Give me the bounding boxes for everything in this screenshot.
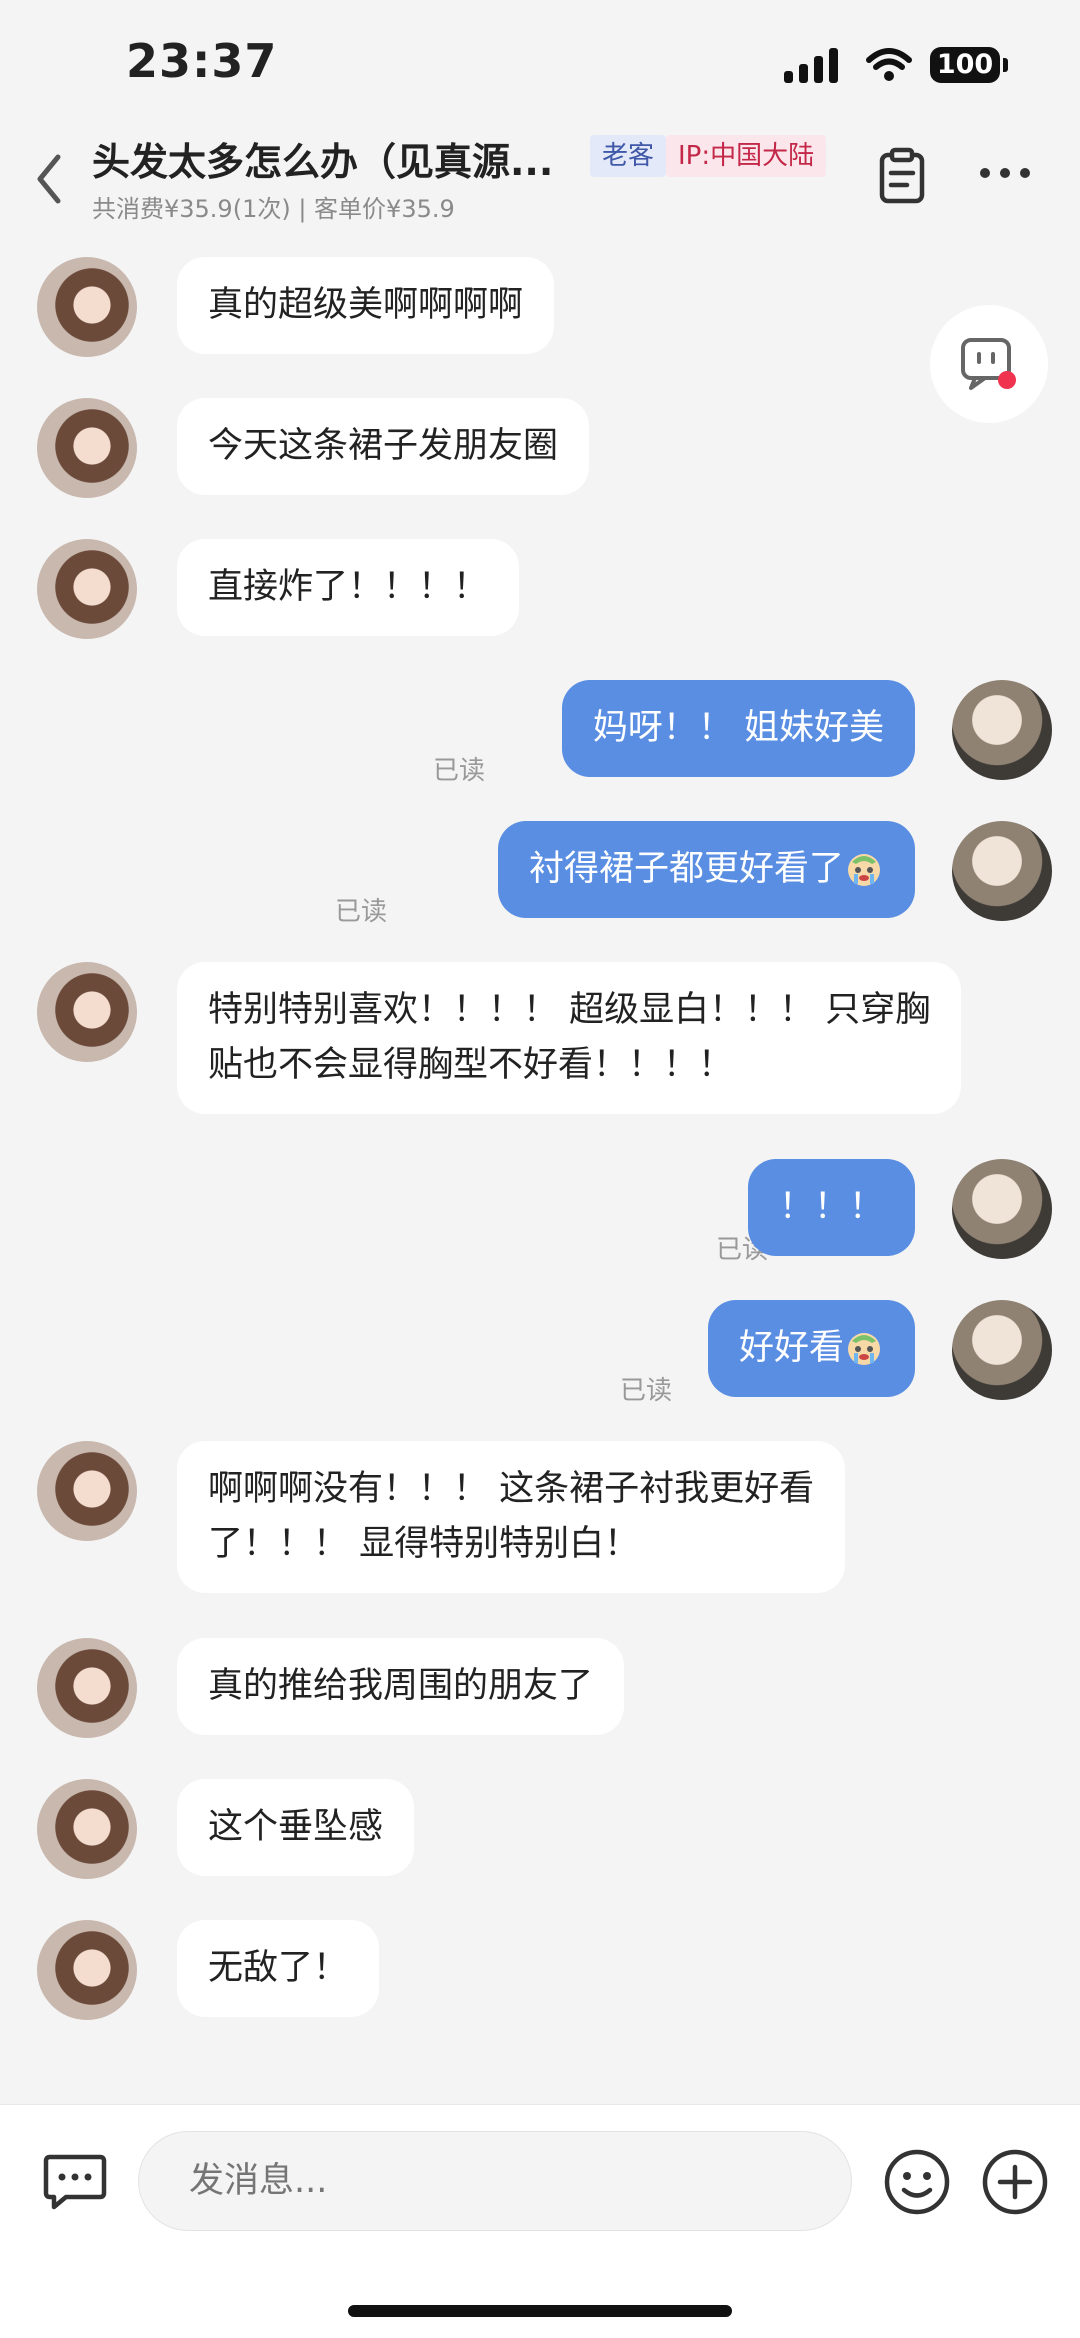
incoming-message[interactable]: 无敌了！ xyxy=(177,1920,380,2017)
message-line: 贴也不会显得胸型不好看！！！！ xyxy=(208,1045,734,1085)
robot-assistant-icon xyxy=(961,338,1016,390)
outgoing-message-text: 衬得裙子都更好看了 xyxy=(528,849,844,889)
message-input-bar xyxy=(0,2104,1080,2338)
ip-location-badge: IP:中国大陆 xyxy=(666,135,827,177)
wifi-icon xyxy=(866,48,912,81)
customer-spending-summary: 共消费¥35.9(1次) | 客单价¥35.9 xyxy=(92,195,455,223)
battery-level: 100 xyxy=(936,49,994,80)
plus-circle-icon[interactable] xyxy=(980,2147,1050,2217)
clipboard-icon[interactable] xyxy=(872,145,932,205)
outgoing-message[interactable]: 好好看 xyxy=(707,1300,915,1397)
customer-avatar[interactable] xyxy=(37,539,137,639)
more-dots-icon[interactable] xyxy=(978,165,1032,181)
read-receipt: 已读 xyxy=(432,756,485,786)
my-avatar[interactable] xyxy=(952,1300,1052,1400)
incoming-message[interactable]: 直接炸了！！！！ xyxy=(177,539,520,636)
chevron-left-icon[interactable] xyxy=(30,149,66,209)
status-icons: 100 xyxy=(784,40,1008,90)
battery-icon: 100 xyxy=(930,47,1008,83)
customer-avatar[interactable] xyxy=(37,1779,137,1879)
customer-avatar[interactable] xyxy=(37,257,137,357)
incoming-message[interactable]: 啊啊啊没有！！！ 这条裙子衬我更好看 了！！！ 显得特别特别白！ xyxy=(177,1441,846,1593)
customer-avatar[interactable] xyxy=(37,1920,137,2020)
customer-avatar[interactable] xyxy=(37,962,137,1062)
crying-emoji-icon xyxy=(848,1333,880,1365)
chat-header: 头发太多怎么办（见真源... 老客 IP:中国大陆 共消费¥35.9(1次) |… xyxy=(0,125,1080,235)
outgoing-message[interactable]: 衬得裙子都更好看了 xyxy=(497,821,915,918)
returning-customer-badge: 老客 xyxy=(590,135,667,177)
incoming-message[interactable]: 这个垂坠感 xyxy=(177,1779,415,1876)
message-input[interactable] xyxy=(138,2131,852,2231)
outgoing-message[interactable]: 妈呀！！ 姐妹好美 xyxy=(561,680,915,777)
status-time: 23:37 xyxy=(126,34,278,88)
home-indicator[interactable] xyxy=(348,2305,732,2317)
my-avatar[interactable] xyxy=(952,821,1052,921)
smiley-icon[interactable] xyxy=(882,2147,952,2217)
assistant-float-button[interactable] xyxy=(930,305,1048,423)
incoming-message[interactable]: 今天这条裙子发朋友圈 xyxy=(177,398,590,495)
signal-icon xyxy=(784,47,844,83)
incoming-message[interactable]: 真的超级美啊啊啊啊 xyxy=(177,257,555,354)
incoming-message[interactable]: 特别特别喜欢！！！！ 超级显白！！！ 只穿胸 贴也不会显得胸型不好看！！！！ xyxy=(177,962,962,1114)
message-line: 特别特别喜欢！！！！ 超级显白！！！ 只穿胸 xyxy=(208,990,931,1030)
customer-avatar[interactable] xyxy=(37,1638,137,1738)
crying-emoji-icon xyxy=(848,854,880,886)
status-bar: 23:37 100 xyxy=(0,0,1080,125)
message-line: 了！！！ 显得特别特别白！ xyxy=(208,1524,640,1564)
read-receipt: 已读 xyxy=(334,897,387,927)
outgoing-message[interactable]: ！！！ xyxy=(747,1159,915,1256)
read-receipt: 已读 xyxy=(619,1376,672,1406)
message-line: 啊啊啊没有！！！ 这条裙子衬我更好看 xyxy=(208,1469,815,1509)
my-avatar[interactable] xyxy=(952,680,1052,780)
outgoing-message-text: 好好看 xyxy=(738,1328,844,1368)
chat-title[interactable]: 头发太多怎么办（见真源... xyxy=(92,131,553,186)
chat-keyboard-icon[interactable] xyxy=(42,2151,108,2211)
my-avatar[interactable] xyxy=(952,1159,1052,1259)
customer-avatar[interactable] xyxy=(37,398,137,498)
customer-avatar[interactable] xyxy=(37,1441,137,1541)
incoming-message[interactable]: 真的推给我周围的朋友了 xyxy=(177,1638,625,1735)
